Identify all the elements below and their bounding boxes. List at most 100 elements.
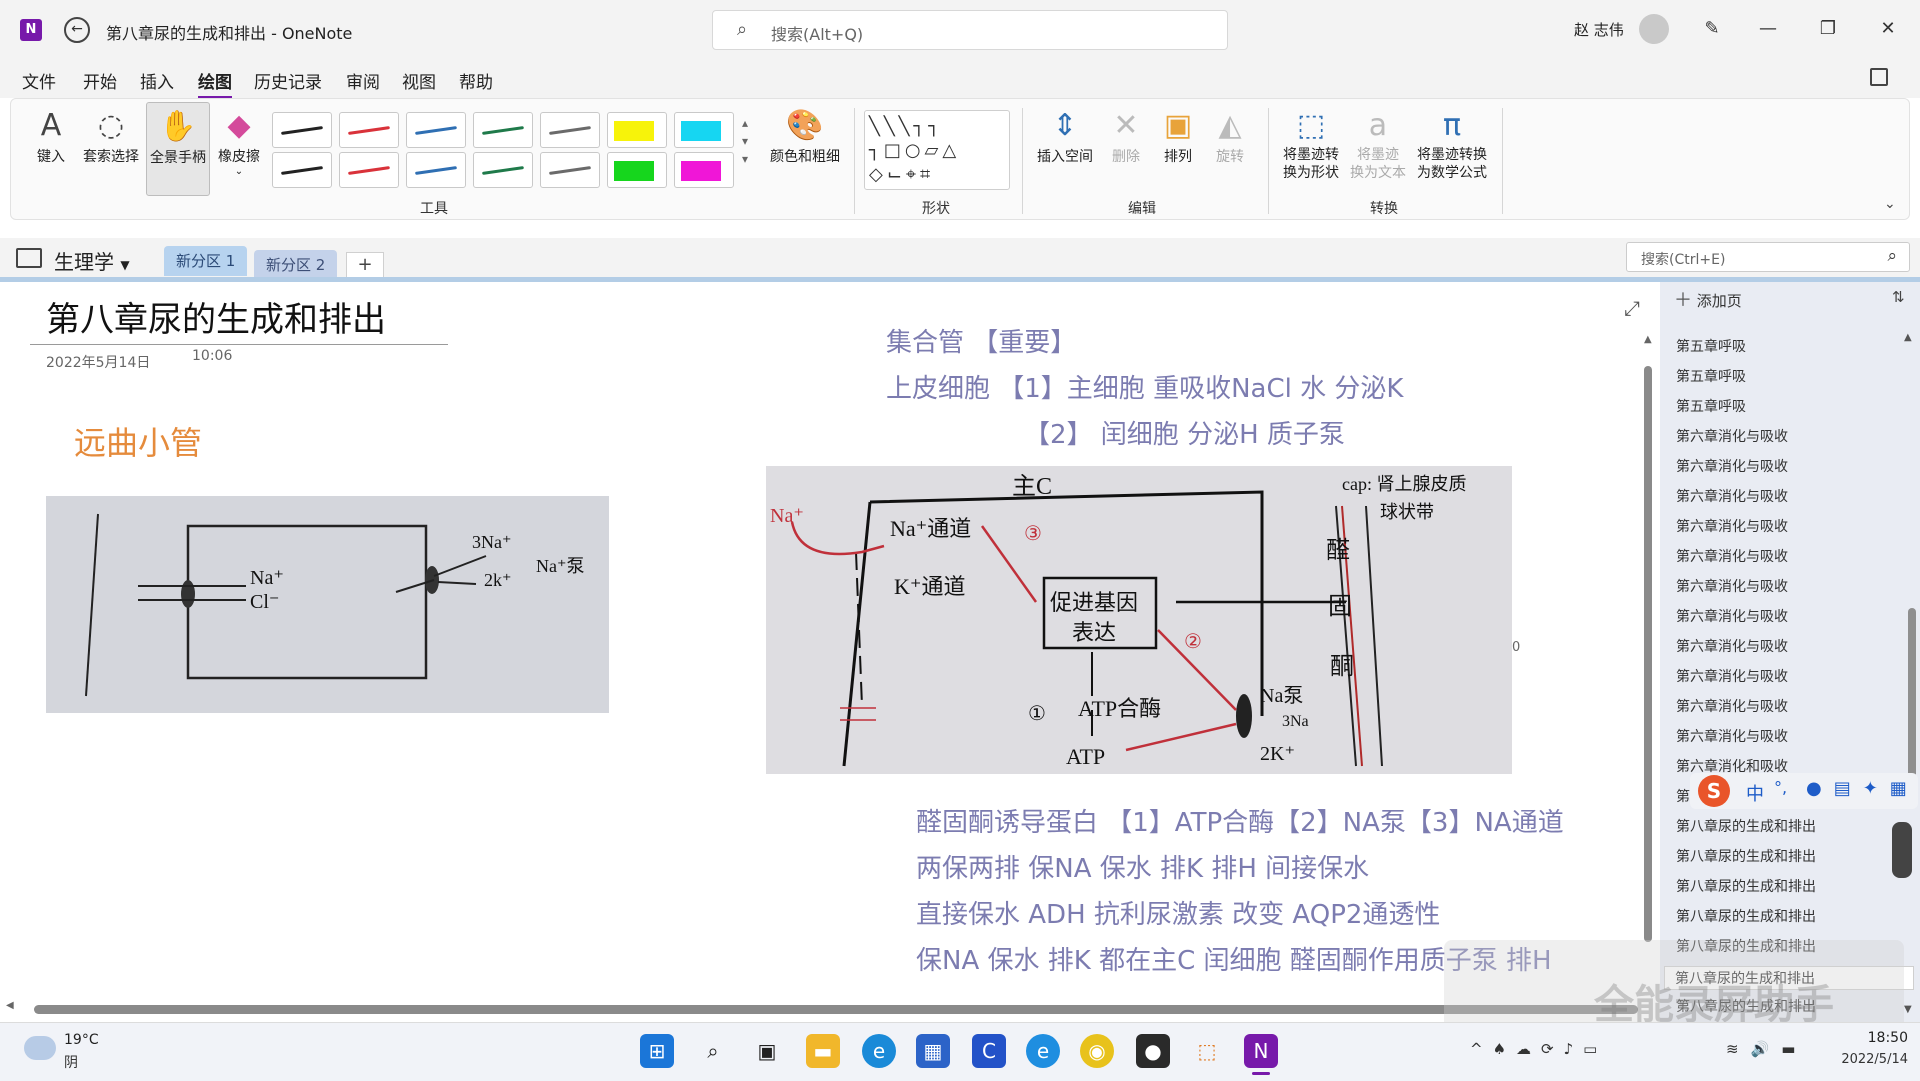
pen-black-1[interactable] [272, 112, 332, 148]
weather-temperature[interactable]: 19°C [64, 1032, 99, 1048]
menu-history[interactable]: 历史记录 [254, 68, 322, 93]
clock-date[interactable]: 2022/5/14 [1828, 1052, 1908, 1067]
page-list-scroll-down[interactable]: ▼ [1904, 1004, 1912, 1015]
notebook-name[interactable]: 生理学 ▼ [54, 246, 130, 275]
note-line[interactable]: 醛固酮诱导蛋白 【1】ATP合酶【2】NA泵【3】NA通道 [916, 802, 1564, 839]
page-list-item[interactable]: 第六章消化与吸收 [1676, 456, 1788, 476]
ime-tools-icon[interactable]: ●▤✦▦ [1806, 778, 1919, 799]
close-button[interactable]: ✕ [1868, 14, 1908, 44]
collecting-duct-sketch[interactable]: Na⁺ 主C Na⁺通道 K⁺通道 促进基因 表达 ATP合酶 ATP Na泵 … [766, 466, 1512, 774]
page-list-item[interactable]: 第六章消化与吸收 [1676, 516, 1788, 536]
pen-gray-2[interactable] [540, 152, 600, 188]
page-list-item[interactable]: 第八章尿的生成和排出 [1676, 846, 1816, 866]
section-tab-2[interactable]: 新分区 2 [254, 250, 338, 280]
pen-red-2[interactable] [339, 152, 399, 188]
delete-button[interactable]: ✕ 删除 [1104, 106, 1148, 166]
ink-to-text-button[interactable]: a 将墨迹 换为文本 [1346, 106, 1410, 182]
page-list-item[interactable]: 第六章消化与吸收 [1676, 696, 1788, 716]
restore-button[interactable]: ❐ [1808, 14, 1848, 44]
notebook-panel-icon[interactable] [1870, 68, 1888, 86]
eraser-button[interactable]: ◆ 橡皮擦 ⌄ [212, 106, 266, 177]
tray-icons[interactable]: ^♠☁⟳♪▭ [1470, 1040, 1607, 1058]
page-list-item[interactable]: 第六章消化与吸收 [1676, 546, 1788, 566]
pen-gray-1[interactable] [540, 112, 600, 148]
menu-review[interactable]: 审阅 [346, 68, 380, 93]
page-list-item[interactable]: 第五章呼吸 [1676, 396, 1746, 416]
avatar[interactable] [1639, 14, 1669, 44]
note-line[interactable]: 直接保水 ADH 抗利尿激素 改变 AQP2通透性 [916, 894, 1440, 931]
horizontal-scrollbar[interactable] [34, 1005, 1638, 1014]
scroll-left-arrow[interactable]: ◀ [6, 1000, 14, 1011]
rotate-button[interactable]: ◭ 旋转 [1208, 106, 1252, 166]
page-search-input[interactable]: 搜索(Ctrl+E) ⌕ [1626, 242, 1910, 272]
chrome-icon[interactable]: ◉ [1080, 1034, 1114, 1068]
page-list-item[interactable]: 第八章尿的生成和排出 [1676, 876, 1816, 896]
add-page-button[interactable]: ＋ 添加页 [1674, 286, 1742, 312]
note-line[interactable]: 集合管 【重要】 [886, 322, 1076, 359]
task-view-icon[interactable]: ▣ [750, 1034, 784, 1068]
section-heading[interactable]: 远曲小管 [74, 418, 202, 464]
page-list-item[interactable]: 第六章消化与吸收 [1676, 666, 1788, 686]
ink-to-math-button[interactable]: π 将墨迹转换 为数学公式 [1412, 106, 1492, 182]
ribbon-collapse-icon[interactable]: ⌄ [1884, 196, 1896, 212]
start-icon[interactable]: ⊞ [640, 1034, 674, 1068]
shapes-gallery[interactable]: ╲╲╲┐┐ ┐□○▱△ ◇⌙⌖⌗ [864, 110, 1010, 190]
ime-logo-icon[interactable]: S [1698, 775, 1730, 807]
sort-icon[interactable]: ⇅ [1892, 288, 1905, 306]
vertical-scrollbar[interactable] [1644, 366, 1652, 942]
distal-tubule-sketch[interactable]: Na⁺ Cl⁻ 3Na⁺ 2k⁺ Na⁺泵 [46, 496, 609, 713]
page-list-item[interactable]: 第六章消化与吸收 [1676, 426, 1788, 446]
menu-draw[interactable]: 绘图 [198, 68, 232, 99]
page-list-item[interactable]: 第六章消化与吸收 [1676, 726, 1788, 746]
page-list-item[interactable]: 第六章消化与吸收 [1676, 606, 1788, 626]
pen-green-2[interactable] [473, 152, 533, 188]
section-tab-1[interactable]: 新分区 1 [164, 246, 248, 276]
highlighter-green[interactable] [607, 152, 667, 188]
color-thickness-button[interactable]: 🎨 颜色和粗细 [764, 106, 846, 166]
insert-space-button[interactable]: ⇕ 插入空间 [1032, 106, 1098, 166]
back-button[interactable]: ← [64, 17, 90, 43]
menu-home[interactable]: 开始 [83, 68, 117, 93]
page-list-item[interactable]: 第六章消化与吸收 [1676, 636, 1788, 656]
edge-icon[interactable]: e [862, 1034, 896, 1068]
note-line[interactable]: 【2】 闰细胞 分泌H 质子泵 [1024, 414, 1345, 451]
pen-red-1[interactable] [339, 112, 399, 148]
type-button[interactable]: A 键入 [28, 106, 74, 166]
cloud-icon[interactable] [24, 1036, 56, 1060]
note-line[interactable]: 两保两排 保NA 保水 排K 排H 间接保水 [916, 848, 1369, 885]
scroll-up-arrow[interactable]: ▲ [1644, 334, 1652, 345]
weather-condition[interactable]: 阴 [64, 1052, 78, 1072]
highlighter-magenta[interactable] [674, 152, 734, 188]
ime-mode[interactable]: 中 [1746, 780, 1764, 806]
eraser-dropdown-icon[interactable]: ⌄ [212, 166, 266, 177]
page-list-item[interactable]: 第六章消化与吸收 [1676, 576, 1788, 596]
highlighter-cyan[interactable] [674, 112, 734, 148]
pen-blue-2[interactable] [406, 152, 466, 188]
clock-time[interactable]: 18:50 [1838, 1030, 1908, 1046]
side-handle[interactable] [1892, 822, 1912, 878]
page-list-scrollbar[interactable] [1908, 608, 1916, 790]
store-icon[interactable]: ▦ [916, 1034, 950, 1068]
highlighter-yellow[interactable] [607, 112, 667, 148]
ime-punct[interactable]: °, [1774, 778, 1787, 797]
pen-gallery-scroll[interactable]: ▴ ▾ ▾ [742, 114, 748, 168]
page-title[interactable]: 第八章尿的生成和排出 [46, 292, 386, 341]
search-icon[interactable]: ⌕ [696, 1034, 730, 1068]
pen-sync-icon[interactable]: ✎ [1692, 14, 1732, 44]
recorder-icon[interactable]: ● [1136, 1034, 1170, 1068]
user-name[interactable]: 赵 志伟 [1574, 19, 1624, 40]
browser-icon[interactable]: e [1026, 1034, 1060, 1068]
page-list-item[interactable]: 第八章尿的生成和排出 [1676, 906, 1816, 926]
system-icons[interactable]: ≋🔊▬ [1726, 1040, 1807, 1058]
minimize-button[interactable]: — [1748, 14, 1788, 44]
search-input[interactable]: ⌕ 搜索(Alt+Q) [712, 10, 1228, 50]
onenote-taskbar-icon[interactable]: N [1244, 1034, 1278, 1068]
page-list-item[interactable]: 第五章呼吸 [1676, 336, 1746, 356]
menu-file[interactable]: 文件 [22, 68, 56, 93]
lasso-select-button[interactable]: ◌ 套索选择 [80, 106, 142, 166]
arrange-button[interactable]: ▣ 排列 [1156, 106, 1200, 166]
page-list-item[interactable]: 第五章呼吸 [1676, 366, 1746, 386]
file-explorer-icon[interactable]: ▬ [806, 1034, 840, 1068]
menu-view[interactable]: 视图 [402, 68, 436, 93]
snip-icon[interactable]: ⬚ [1190, 1034, 1224, 1068]
